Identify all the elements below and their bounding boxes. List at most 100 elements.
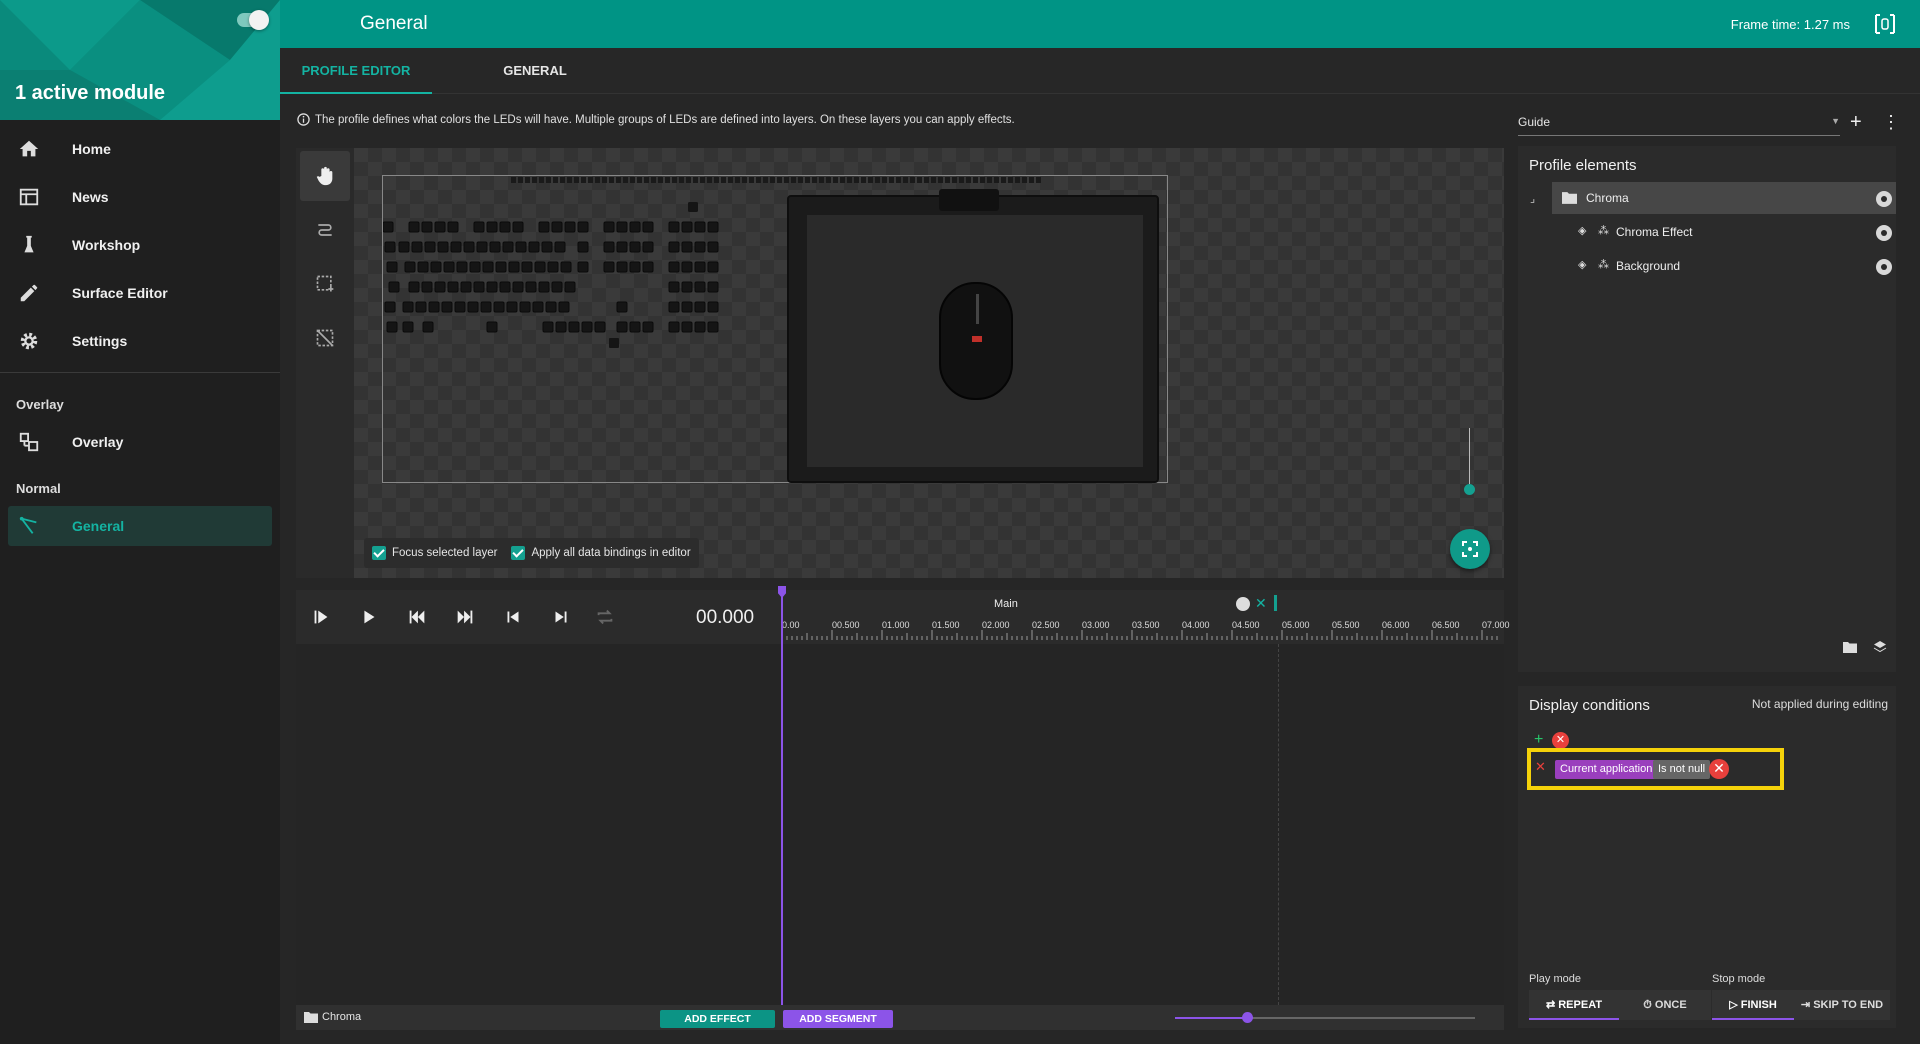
sidebar-item-label: Workshop (72, 237, 141, 253)
timeline-zoom-track[interactable] (1175, 1017, 1475, 1019)
segment-end-line (1278, 644, 1279, 1005)
focus-selected-checkbox[interactable]: Focus selected layer (372, 546, 497, 560)
skip-start-icon[interactable] (406, 606, 428, 628)
eye-icon[interactable] (1876, 191, 1892, 207)
tab-general[interactable]: GENERAL (478, 48, 592, 94)
timer-icon: ⏱ (1643, 999, 1655, 1011)
layers-icon: ◈ (1578, 225, 1587, 237)
eye-icon[interactable] (1876, 259, 1892, 275)
guide-select[interactable]: Guide ▼ (1518, 110, 1840, 136)
timeline-current-time: 00.000 (696, 607, 755, 628)
add-layer-icon[interactable] (1873, 640, 1887, 654)
sidebar-item-settings[interactable]: Settings (0, 321, 280, 361)
chevron-down-icon: ▼ (1831, 116, 1840, 126)
folder-icon (304, 1012, 318, 1023)
mouse-led (972, 336, 982, 342)
focus-selected-label: Focus selected layer (392, 547, 498, 560)
mouse-device (939, 282, 1013, 400)
mousepad-hub (939, 189, 999, 211)
tree-item-chroma[interactable]: Chroma (1552, 182, 1896, 214)
stop-mode-skip[interactable]: ⇥ SKIP TO END (1794, 990, 1890, 1020)
add-layer-icon[interactable]: + (1850, 112, 1862, 132)
info-icon (297, 113, 310, 126)
add-condition-icon[interactable]: + (1534, 731, 1543, 749)
condition-left-operand[interactable]: Current application (1555, 760, 1658, 779)
play-mode-once-label: ONCE (1654, 999, 1687, 1011)
repeat-icon[interactable] (594, 606, 616, 628)
sidebar-header: 1 active module (0, 0, 280, 120)
canvas-area[interactable] (354, 148, 1504, 578)
play-mode-label: Play mode (1529, 973, 1581, 985)
sidebar-item-label: Settings (72, 333, 128, 349)
pan-tool-button[interactable] (300, 151, 350, 201)
sidebar-item-general[interactable]: General (0, 506, 280, 546)
condition-highlight: ✕ Current application Is not null ✕ (1527, 748, 1784, 790)
add-effect-button[interactable]: ADD EFFECT (660, 1010, 775, 1028)
timeline-ruler[interactable]: Main ✕ 0.00 00.500 01.000 01.500 02.000 02.50… (778, 590, 1510, 644)
condition-operator[interactable]: Is not null (1653, 760, 1711, 779)
select-tool-button[interactable] (300, 259, 350, 309)
sidebar-item-news[interactable]: News (0, 177, 280, 217)
tree-item-background[interactable]: ◈ ⁂ Background (1518, 250, 1896, 282)
deselect-tool-button[interactable] (300, 313, 350, 363)
eye-icon[interactable] (1876, 225, 1892, 241)
play-icon: ▷ (1729, 999, 1741, 1011)
active-module-count: 1 active module (15, 82, 166, 104)
tree-item-label: Background (1616, 259, 1681, 273)
previous-frame-icon[interactable] (502, 606, 524, 628)
remove-group-icon[interactable]: ✕ (1552, 732, 1569, 749)
select-add-icon (316, 275, 334, 292)
timeline-footer: Chroma ADD EFFECT ADD SEGMENT (296, 1005, 1504, 1030)
stop-mode-label: Stop mode (1712, 973, 1766, 985)
overlay-icon (19, 432, 39, 452)
sidebar-item-workshop[interactable]: Workshop (0, 225, 280, 265)
timeline-zoom-thumb[interactable] (1242, 1012, 1253, 1023)
play-icon[interactable] (358, 606, 380, 628)
play-mode-repeat[interactable]: ⇄ REPEAT (1529, 990, 1619, 1020)
add-folder-icon[interactable] (1843, 641, 1857, 653)
transform-icon (318, 224, 332, 236)
stop-mode-finish[interactable]: ▷ FINISH (1712, 990, 1794, 1020)
pencil-icon (20, 284, 38, 302)
fit-to-screen-button[interactable] (1450, 529, 1490, 569)
vector-icon (19, 516, 37, 534)
playhead[interactable] (781, 590, 783, 1005)
debug-icon[interactable] (1874, 13, 1896, 35)
collapse-icon[interactable]: ⌟ (1530, 192, 1535, 205)
fullscreen-icon (1462, 541, 1478, 557)
sidebar-item-home[interactable]: Home (0, 129, 280, 169)
hand-icon (316, 166, 333, 186)
stop-mode-toggle: ▷ FINISH ⇥ SKIP TO END (1712, 990, 1890, 1020)
edit-tool-button[interactable] (300, 205, 350, 255)
mousepad-device (787, 189, 1159, 483)
checkbox-checked-icon (511, 546, 526, 560)
zoom-slider-thumb[interactable] (1464, 484, 1475, 495)
more-vert-icon[interactable]: ⋮ (1882, 112, 1900, 132)
remove-condition-icon[interactable]: ✕ (1535, 759, 1546, 775)
guide-select-value: Guide (1518, 115, 1551, 129)
checkbox-checked-icon (372, 546, 386, 560)
play-from-start-icon[interactable] (310, 606, 332, 628)
sidebar-item-surface-editor[interactable]: Surface Editor (0, 273, 280, 313)
sidebar: 1 active module Home News Workshop Surfa… (0, 0, 280, 1044)
sidebar-item-overlay[interactable]: Overlay (0, 422, 280, 462)
module-toggle[interactable] (237, 10, 269, 30)
stop-mode-finish-label: FINISH (1740, 999, 1777, 1011)
tab-profile-editor[interactable]: PROFILE EDITOR (280, 48, 432, 94)
play-mode-toggle: ⇄ REPEAT ⏱ ONCE (1529, 990, 1711, 1020)
add-segment-button[interactable]: ADD SEGMENT (783, 1010, 893, 1028)
tree-item-chroma-effect[interactable]: ◈ ⁂ Chroma Effect (1518, 216, 1896, 248)
play-mode-repeat-label: REPEAT (1558, 999, 1603, 1011)
select-remove-icon (316, 329, 334, 347)
sidebar-item-label: Home (72, 141, 111, 157)
apply-bindings-checkbox[interactable]: Apply all data bindings in editor (511, 546, 691, 560)
skip-end-icon[interactable] (454, 606, 476, 628)
profile-elements-title: Profile elements (1529, 157, 1637, 174)
delete-condition-icon[interactable]: ✕ (1709, 759, 1729, 779)
next-frame-icon[interactable] (550, 606, 572, 628)
timeline-layer-name: Chroma (322, 1011, 362, 1023)
tool-column (296, 148, 354, 578)
play-mode-once[interactable]: ⏱ ONCE (1619, 990, 1711, 1020)
display-conditions-title: Display conditions (1529, 697, 1650, 714)
zoom-slider-track[interactable] (1469, 428, 1470, 488)
